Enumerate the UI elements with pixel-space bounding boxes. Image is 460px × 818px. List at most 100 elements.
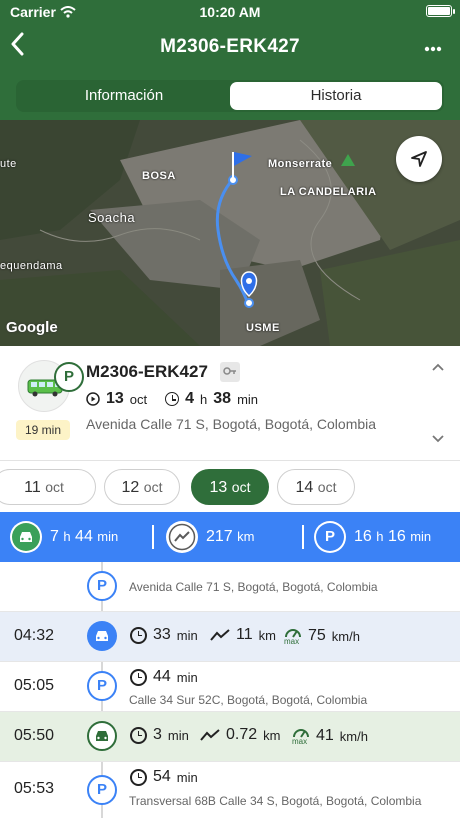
car-icon — [10, 521, 42, 553]
trip-timeline: P Avenida Calle 71 S, Bogotá, Bogotá, Co… — [0, 562, 460, 818]
summary-divider — [152, 525, 154, 549]
vehicle-card[interactable]: P 19 min M2306-ERK427 13 oct 4 h 38 min … — [0, 346, 460, 460]
duration-unit: min — [167, 727, 189, 743]
summary-drive-hours: 7 — [50, 528, 59, 545]
date-day: 12 — [121, 479, 140, 496]
locate-button[interactable] — [396, 136, 442, 182]
speed-value: 75 — [308, 627, 326, 644]
date-pill-14[interactable]: 14 oct — [277, 469, 355, 505]
app-header: Carrier 10:20 AM M2306-ERK427 Informació… — [0, 0, 460, 120]
clock-icon — [130, 768, 147, 786]
card-meta: 13 oct 4 h 38 min — [86, 390, 258, 408]
clock-icon — [130, 726, 147, 744]
date-month: oct — [231, 479, 251, 495]
duration-value: 3 — [153, 726, 162, 743]
segmented-control: Información Historia — [16, 80, 444, 112]
summary-parking: P 16 h 16 min — [314, 521, 431, 553]
summary-park-minutes-unit: min — [410, 529, 432, 544]
duration-badge: 19 min — [16, 420, 70, 440]
duration-value: 33 — [153, 626, 171, 643]
max-label: max — [284, 637, 300, 646]
parking-icon: P — [87, 775, 117, 805]
date-day: 14 — [295, 479, 314, 496]
row-time: 05:50 — [14, 727, 55, 744]
row-duration: 33 min — [130, 626, 198, 644]
clock-icon — [165, 392, 180, 406]
summary-driving: 7 h 44 min — [10, 521, 118, 553]
page-title: M2306-ERK427 — [160, 36, 300, 57]
row-time: 05:05 — [14, 677, 55, 694]
card-hours-unit: h — [200, 391, 208, 407]
summary-distance-unit: km — [237, 529, 255, 544]
distance-unit: km — [258, 627, 276, 643]
timeline-row-parking[interactable]: 05:05 P 44 min Calle 34 Sur 52C, Bogotá,… — [0, 662, 460, 712]
map-view[interactable]: BOSA Monserrate LA CANDELARIA Soacha equ… — [0, 120, 460, 346]
timeline-row-drive[interactable]: 04:32 33 min 11 km max 75 km/h — [0, 612, 460, 662]
summary-distance-value: 217 — [206, 528, 233, 545]
date-month: oct — [45, 479, 64, 495]
duration-value: 44 — [153, 668, 171, 685]
chevron-down-icon[interactable] — [432, 430, 444, 448]
speed-unit: km/h — [331, 628, 360, 644]
map-label-bosa: BOSA — [142, 170, 176, 182]
parking-letter: P — [316, 523, 344, 551]
date-month: oct — [317, 479, 337, 495]
row-time: 04:32 — [14, 627, 55, 644]
row-duration: 44 min — [130, 668, 198, 686]
timeline-row-parking[interactable]: 05:53 P 54 min Transversal 68B Calle 34 … — [0, 762, 460, 818]
row-address: Calle 34 Sur 52C, Bogotá, Bogotá, Colomb… — [129, 693, 368, 707]
speed-unit: km/h — [339, 728, 368, 744]
row-max-speed: max 41 km/h — [292, 726, 368, 746]
map-label-candelaria: LA CANDELARIA — [280, 186, 377, 198]
date-pill-13[interactable]: 13 oct — [191, 469, 269, 505]
date-selector: 11 oct 12 oct 13 oct 14 oct — [0, 460, 460, 512]
summary-park-minutes: 16 — [387, 528, 406, 545]
clock-icon — [130, 668, 147, 686]
trend-icon — [200, 729, 220, 741]
summary-park-hours-unit: h — [376, 529, 384, 544]
more-dots-icon[interactable] — [424, 36, 442, 57]
row-distance: 0.72 km — [200, 726, 280, 744]
duration-unit: min — [176, 769, 198, 785]
date-pill-11[interactable]: 11 oct — [0, 469, 96, 505]
summary-distance: 217 km — [166, 521, 255, 553]
timeline-row-parking-start[interactable]: P Avenida Calle 71 S, Bogotá, Bogotá, Co… — [0, 562, 460, 612]
clock-icon — [130, 626, 147, 644]
date-pill-12[interactable]: 12 oct — [104, 469, 180, 505]
summary-drive-minutes-unit: min — [97, 529, 119, 544]
date-month: oct — [143, 479, 163, 495]
status-time: 10:20 AM — [199, 4, 261, 20]
play-circle-icon — [86, 392, 100, 406]
card-minutes: 38 — [213, 390, 232, 407]
tab-informacion[interactable]: Información — [18, 82, 230, 110]
chevron-up-icon[interactable] — [432, 358, 444, 376]
status-bar: Carrier 10:20 AM — [0, 0, 460, 24]
car-icon — [87, 721, 117, 751]
row-max-speed: max 75 km/h — [284, 626, 360, 646]
summary-park-hours: 16 — [354, 528, 372, 545]
map-label-monserrate: Monserrate — [268, 158, 333, 170]
battery-icon — [426, 5, 455, 17]
card-day: 13 — [106, 390, 124, 407]
map-label-ute: ute — [0, 158, 17, 170]
row-address: Transversal 68B Calle 34 S, Bogotá, Bogo… — [129, 794, 422, 808]
key-icon — [220, 362, 240, 382]
row-time: 05:53 — [14, 780, 55, 797]
map-label-soacha: Soacha — [88, 210, 136, 225]
summary-drive-minutes: 44 — [75, 528, 93, 545]
speedometer-icon: max — [284, 626, 302, 646]
row-duration: 54 min — [130, 768, 198, 786]
duration-value: 54 — [153, 768, 171, 785]
distance-unit: km — [263, 727, 281, 743]
summary-divider — [302, 525, 304, 549]
max-label: max — [292, 737, 308, 746]
distance-value: 0.72 — [226, 726, 258, 743]
date-day: 13 — [209, 479, 228, 496]
timeline-row-drive[interactable]: 05:50 3 min 0.72 km max 41 km/h — [0, 712, 460, 762]
map-terrain — [0, 120, 460, 346]
distance-value: 11 — [236, 626, 253, 643]
daily-summary-bar: 7 h 44 min 217 km P 16 h 16 min — [0, 512, 460, 562]
speed-value: 41 — [316, 727, 334, 744]
tab-historia[interactable]: Historia — [230, 82, 442, 110]
trend-icon — [166, 521, 198, 553]
